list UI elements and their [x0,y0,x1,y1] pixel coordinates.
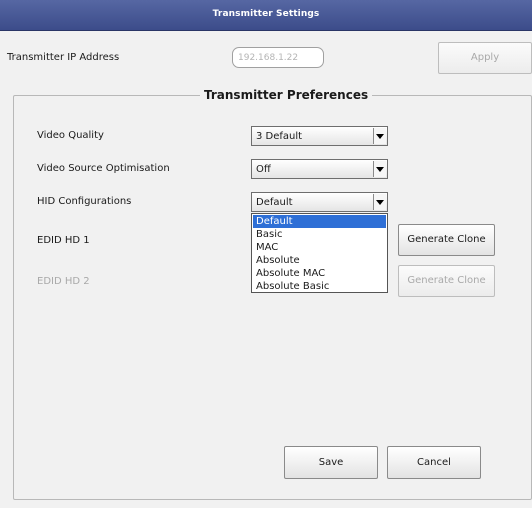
hid-option-mac[interactable]: MAC [253,241,386,254]
save-button[interactable]: Save [284,446,378,479]
edid-hd2-label: EDID HD 2 [37,276,90,287]
chevron-down-icon [376,167,384,172]
video-source-select[interactable]: Off [251,159,388,179]
edid-hd1-generate-clone-button[interactable]: Generate Clone [398,224,495,256]
chevron-down-icon [376,134,384,139]
hid-config-label: HID Configurations [37,196,132,207]
preferences-legend: Transmitter Preferences [200,88,373,102]
hid-option-absolute[interactable]: Absolute [253,254,386,267]
hid-config-value: Default [256,197,293,208]
hid-option-default[interactable]: Default [253,215,386,228]
video-source-label: Video Source Optimisation [37,163,170,174]
hid-config-dropdown-button[interactable] [373,194,386,210]
chevron-down-icon [376,200,384,205]
video-source-dropdown-button[interactable] [373,161,386,177]
video-source-value: Off [256,164,271,175]
edid-hd2-generate-clone-button[interactable]: Generate Clone [398,265,495,297]
preferences-group [13,95,532,500]
video-quality-label: Video Quality [37,130,104,141]
title-bar: Transmitter Settings [0,0,532,31]
hid-config-dropdown-list: Default Basic MAC Absolute Absolute MAC … [251,213,388,293]
hid-option-basic[interactable]: Basic [253,228,386,241]
apply-button[interactable]: Apply [438,42,532,74]
window-title: Transmitter Settings [212,9,320,19]
ip-address-input[interactable]: 192.168.1.22 [232,47,324,68]
ip-address-label: Transmitter IP Address [7,52,120,63]
cancel-button[interactable]: Cancel [387,446,481,479]
hid-option-absolute-basic[interactable]: Absolute Basic [253,280,386,293]
edid-hd1-label: EDID HD 1 [37,235,90,246]
hid-config-select[interactable]: Default [251,192,388,212]
video-quality-dropdown-button[interactable] [373,128,386,144]
video-quality-select[interactable]: 3 Default [251,126,388,146]
video-quality-value: 3 Default [256,131,303,142]
hid-option-absolute-mac[interactable]: Absolute MAC [253,267,386,280]
